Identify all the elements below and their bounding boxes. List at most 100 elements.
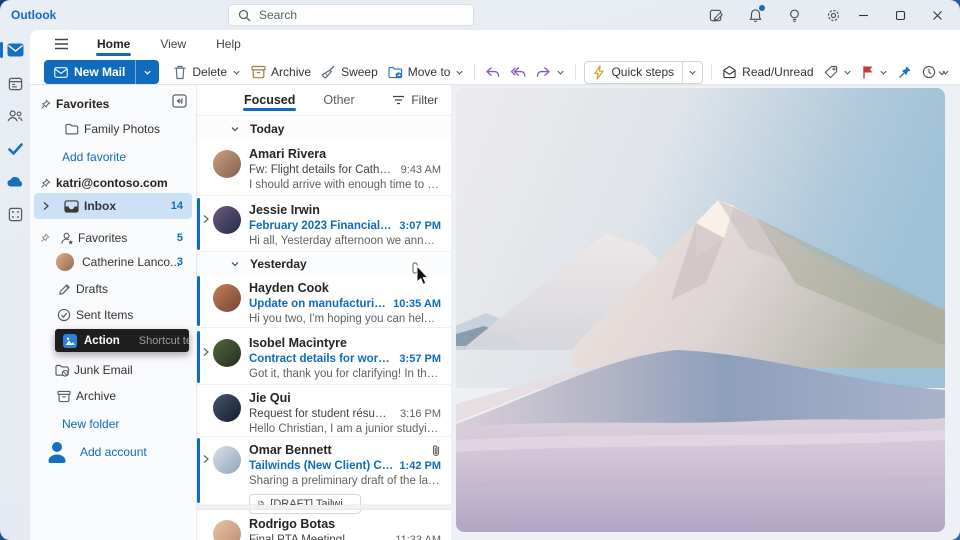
filter-button[interactable]: Filter	[392, 93, 438, 107]
pencil-icon	[52, 283, 76, 296]
chevron-down-icon	[232, 68, 241, 77]
list-section-divider	[197, 505, 451, 510]
expand-conversation-icon[interactable]	[202, 347, 210, 357]
search-icon	[238, 9, 251, 22]
ribbon-collapse-chevron[interactable]	[937, 68, 947, 78]
inbox-icon	[58, 200, 84, 213]
flag-button[interactable]	[857, 61, 893, 83]
folder-family-photos[interactable]: Family Photos	[34, 117, 192, 141]
tab-focused[interactable]: Focused	[243, 87, 296, 113]
chevron-down-icon	[230, 259, 240, 269]
reply-arrow-icon	[485, 66, 500, 79]
folder-junk-email[interactable]: Junk Email	[34, 358, 192, 382]
avatar	[213, 284, 241, 312]
person-add-icon	[34, 440, 80, 464]
message-row[interactable]: Jessie Irwin February 2023 Financial Res…	[197, 197, 451, 252]
rules-button[interactable]	[955, 62, 960, 83]
rail-mail-icon[interactable]	[0, 37, 30, 63]
rail-onedrive-icon[interactable]	[0, 168, 30, 194]
maximize-icon[interactable]	[882, 0, 919, 30]
avatar	[213, 394, 241, 422]
reply-all-button[interactable]	[505, 62, 531, 83]
expand-conversation-icon[interactable]	[202, 454, 210, 464]
avatar	[213, 446, 241, 474]
forward-button[interactable]	[531, 62, 570, 83]
rail-people-icon[interactable]	[0, 103, 30, 129]
new-folder-button[interactable]: New folder	[34, 412, 192, 436]
message-row[interactable]: Isobel Macintyre Contract details for wo…	[197, 330, 451, 385]
search-placeholder: Search	[259, 8, 297, 22]
delete-button[interactable]: Delete	[168, 61, 246, 84]
snooze-button[interactable]	[917, 61, 955, 83]
add-account-button[interactable]: Add account	[34, 437, 192, 467]
ribbon: Home View Help New Mail Delete Archive	[30, 30, 960, 85]
notifications-icon[interactable]	[746, 6, 764, 24]
group-header-today[interactable]: Today	[197, 118, 451, 140]
message-row[interactable]: Amari Rivera Fw: Flight details for Cath…	[197, 141, 451, 196]
reply-button[interactable]	[480, 62, 505, 83]
pin-icon	[34, 178, 56, 189]
expand-conversation-icon[interactable]	[202, 214, 210, 224]
mail-icon	[54, 67, 68, 78]
chevron-down-icon	[556, 68, 565, 77]
tab-home[interactable]: Home	[95, 32, 132, 56]
tab-other[interactable]: Other	[322, 87, 355, 113]
broom-icon	[321, 65, 336, 79]
ribbon-menu-button[interactable]	[54, 38, 69, 50]
pin-button[interactable]	[893, 61, 917, 83]
pin-icon	[34, 99, 56, 110]
search-input[interactable]: Search	[228, 4, 474, 26]
new-mail-dropdown[interactable]	[136, 60, 159, 84]
new-mail-button[interactable]: New Mail	[44, 60, 159, 84]
close-icon[interactable]	[919, 0, 956, 30]
account-header[interactable]: katri@contoso.com	[34, 171, 192, 195]
tips-icon[interactable]	[785, 6, 803, 24]
unread-indicator	[197, 276, 200, 326]
rail-todo-icon[interactable]	[0, 136, 30, 162]
quick-steps-button[interactable]: Quick steps	[584, 61, 703, 84]
person-star-icon	[56, 232, 78, 245]
image-icon	[63, 334, 77, 348]
add-favorite-button[interactable]: Add favorite	[34, 145, 192, 169]
message-row[interactable]: Omar Bennett Tailwinds (New Client) Cont…	[197, 437, 451, 505]
folder-favorites-people[interactable]: Favorites 5	[34, 226, 192, 250]
favorites-section-header[interactable]: Favorites	[34, 92, 192, 116]
tag-icon	[824, 65, 838, 79]
lightning-icon	[593, 65, 605, 80]
chevron-right-icon[interactable]	[34, 201, 58, 211]
message-row[interactable]: Rodrigo Botas Final PTA Meeting! 11:33 A…	[197, 511, 451, 540]
folder-catherine[interactable]: Catherine Lanco... 3	[34, 250, 192, 274]
collapse-folder-pane-icon[interactable]	[172, 94, 187, 108]
quick-steps-dropdown[interactable]	[682, 62, 702, 83]
tab-help[interactable]: Help	[214, 32, 243, 56]
settings-gear-icon[interactable]	[824, 6, 842, 24]
folder-inbox[interactable]: Inbox 14	[34, 193, 192, 219]
forward-arrow-icon	[536, 66, 551, 79]
archive-button[interactable]: Archive	[246, 61, 316, 83]
trash-icon	[173, 65, 187, 80]
chevron-down-icon	[879, 68, 888, 77]
clock-icon	[922, 65, 936, 79]
check-circle-icon	[52, 308, 76, 322]
read-unread-button[interactable]: Read/Unread	[717, 61, 818, 83]
rail-calendar-icon[interactable]	[0, 70, 30, 96]
favorites-count: 5	[177, 232, 183, 244]
unread-indicator	[197, 438, 200, 503]
folder-archive[interactable]: Archive	[34, 384, 192, 408]
tab-view[interactable]: View	[158, 32, 188, 56]
filter-icon	[392, 95, 405, 105]
feedback-icon[interactable]	[707, 6, 725, 24]
minimize-icon[interactable]	[845, 0, 882, 30]
outlook-window: Outlook Search	[0, 0, 960, 540]
app-title: Outlook	[11, 8, 56, 22]
move-to-button[interactable]: Move to	[383, 61, 470, 83]
folder-sent-items[interactable]: Sent Items	[34, 303, 192, 327]
chevron-down-icon	[455, 68, 464, 77]
sweep-button[interactable]: Sweep	[316, 61, 383, 83]
message-row[interactable]: Jie Qui Request for student résumé revie…	[197, 385, 451, 437]
archive-box-icon	[251, 65, 266, 79]
chevron-down-icon	[843, 68, 852, 77]
tag-button[interactable]	[819, 61, 857, 83]
rail-apps-icon[interactable]	[0, 201, 30, 227]
folder-drafts[interactable]: Drafts	[34, 277, 192, 301]
